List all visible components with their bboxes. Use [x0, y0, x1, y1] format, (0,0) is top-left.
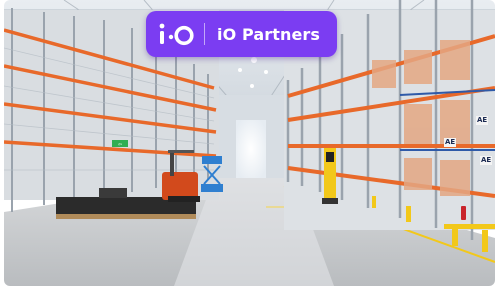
- fire-extinguisher: [461, 206, 466, 220]
- brand-name: iO Partners: [217, 24, 321, 44]
- rack-label: AE: [444, 138, 457, 147]
- io-logo-icon: [146, 11, 204, 57]
- image-frame: ⇦ AE AE AE iO Partners: [0, 0, 499, 289]
- loading-door: [236, 120, 266, 178]
- svg-text:⇦: ⇦: [118, 142, 122, 148]
- brand-badge: iO Partners: [146, 11, 337, 57]
- yellow-barrier: [444, 224, 495, 229]
- rack-label: AE: [476, 116, 489, 125]
- reach-truck: [322, 148, 338, 204]
- rack-label: AE: [480, 156, 493, 165]
